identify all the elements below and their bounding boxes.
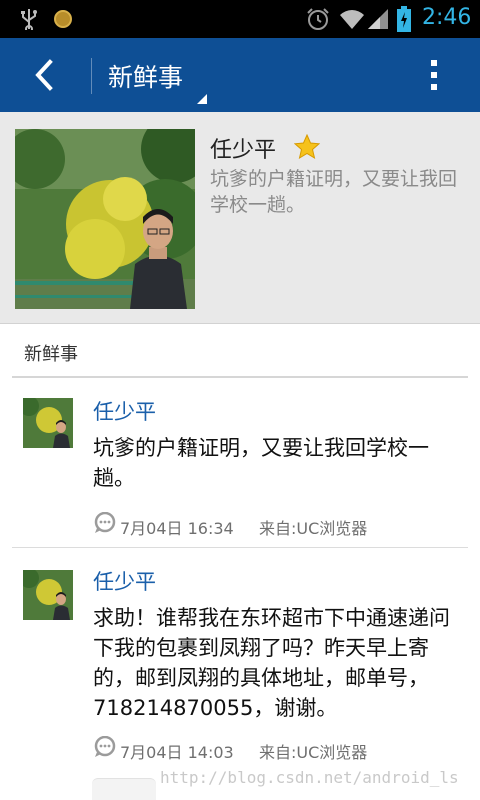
profile-name: 任少平 [210,138,277,163]
post-time: 7月04日 14:03 [120,743,234,762]
alarm-icon [307,8,329,30]
section-title: 新鲜事 [24,344,78,365]
author-avatar[interactable] [23,570,73,620]
post-time: 7月04日 16:34 [120,519,234,538]
comment-icon[interactable] [93,736,117,758]
wifi-icon [340,10,364,29]
feed-item[interactable]: 任少平 求助！谁帮我在东环超市下中通速递问下我的包裹到凤翔了吗？昨天早上寄的，邮… [12,548,468,778]
feed-item[interactable]: 任少平 坑爹的户籍证明，又要让我回学校一趟。 7月04日 16:34 来自:UC… [12,378,468,548]
profile-photo[interactable] [15,129,195,309]
star-icon [294,134,320,160]
back-icon[interactable] [30,56,58,94]
action-bar: 新鲜事 [0,38,480,112]
action-bar-title[interactable]: 新鲜事 [108,58,183,94]
author-name[interactable]: 任少平 [93,396,156,426]
dropdown-indicator-icon [197,94,207,104]
bottom-tab-hint [92,778,156,800]
profile-header: 任少平 坑爹的户籍证明，又要让我回学校一趟。 [0,112,480,324]
coin-icon [54,10,72,28]
comment-icon[interactable] [93,512,117,534]
watermark: http://blog.csdn.net/android_ls [160,768,459,787]
battery-icon [397,6,411,32]
post-text: 求助！谁帮我在东环超市下中通速递问下我的包裹到凤翔了吗？昨天早上寄的，邮到凤翔的… [93,606,450,720]
action-bar-divider [91,58,92,94]
post-source: 来自:UC浏览器 [259,743,368,762]
profile-status: 坑爹的户籍证明，又要让我回学校一趟。 [210,168,458,216]
overflow-menu-icon[interactable] [420,58,448,94]
status-time: 2:46 [422,5,472,30]
usb-icon [21,9,37,30]
signal-icon [368,9,388,29]
post-text: 坑爹的户籍证明，又要让我回学校一趟。 [93,436,429,490]
status-bar: 2:46 [0,0,480,38]
post-source: 来自:UC浏览器 [259,519,368,538]
author-avatar[interactable] [23,398,73,448]
author-name[interactable]: 任少平 [93,566,156,596]
